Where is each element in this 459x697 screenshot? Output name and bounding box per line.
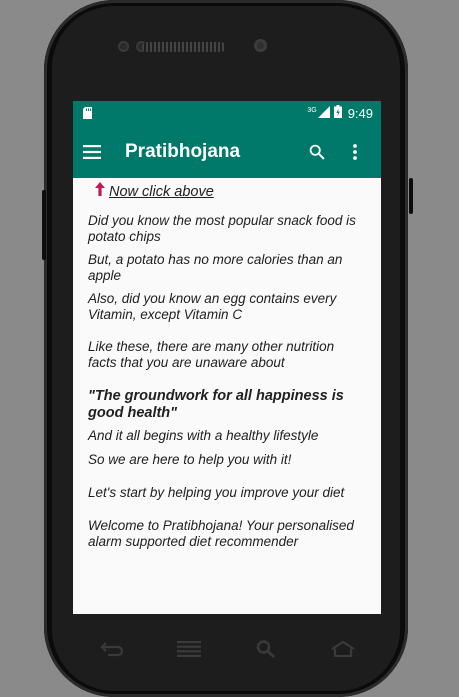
content: Now click above Did you know the most po… bbox=[73, 178, 381, 550]
sd-card-icon bbox=[83, 104, 92, 123]
camera-icon bbox=[254, 39, 267, 52]
hint-link[interactable]: Now click above bbox=[109, 184, 214, 200]
signal-icon bbox=[317, 105, 330, 121]
clock: 9:49 bbox=[347, 105, 373, 121]
status-bar: 3G 9:49 bbox=[73, 101, 381, 125]
menu-icon[interactable] bbox=[167, 634, 211, 664]
back-icon[interactable] bbox=[90, 634, 134, 664]
app-title: Pratibhojana bbox=[125, 140, 241, 162]
fact-paragraph: But, a potato has no more calories than … bbox=[88, 252, 343, 283]
fact-paragraph: So we are here to help you with it! bbox=[88, 452, 292, 467]
home-icon[interactable] bbox=[321, 634, 365, 664]
status-right: 3G 9:49 bbox=[307, 105, 373, 121]
menu-icon[interactable] bbox=[81, 136, 103, 168]
fact-paragraph: Did you know the most popular snack food… bbox=[88, 213, 356, 244]
search-icon[interactable] bbox=[244, 634, 288, 664]
sensor-icon bbox=[118, 41, 129, 52]
fact-paragraph: Let's start by helping you improve your … bbox=[88, 485, 345, 500]
quote: "The groundwork for all happiness is goo… bbox=[88, 388, 344, 421]
search-icon[interactable] bbox=[301, 136, 333, 168]
hardware-nav-bar bbox=[73, 628, 381, 670]
battery-icon bbox=[333, 105, 342, 121]
power-button bbox=[409, 178, 413, 214]
fact-paragraph: Also, did you know an egg contains every… bbox=[88, 291, 337, 322]
app-bar: Pratibhojana bbox=[73, 125, 381, 178]
app-screen: 3G 9:49 Pratibhojana Now click above Did… bbox=[73, 101, 381, 614]
hint-row: Now click above bbox=[88, 178, 366, 200]
welcome-paragraph: Welcome to Pratibhojana! Your personalis… bbox=[88, 518, 354, 549]
arrow-up-icon bbox=[95, 182, 105, 200]
network-type: 3G bbox=[307, 106, 317, 114]
fact-paragraph: And it all begins with a healthy lifesty… bbox=[88, 428, 319, 443]
volume-button bbox=[42, 190, 46, 260]
overflow-menu-icon[interactable] bbox=[339, 136, 371, 168]
speaker-grille bbox=[142, 42, 226, 52]
fact-paragraph: Like these, there are many other nutriti… bbox=[88, 339, 335, 370]
